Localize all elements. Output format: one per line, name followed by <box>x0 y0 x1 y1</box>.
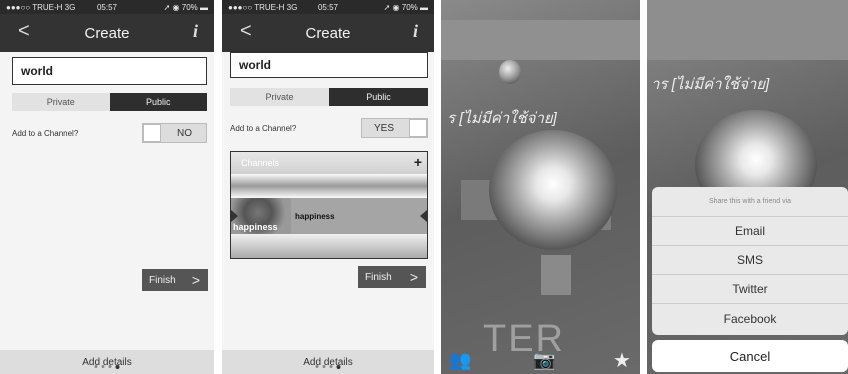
chevron-right-icon: > <box>191 272 200 288</box>
ar-camera-view: ร [ไม่มีค่าใช้จ่าย] TER 👥 📷 ★ <box>441 0 640 374</box>
channel-question-label: Add to a Channel? <box>12 129 79 138</box>
name-input[interactable]: world <box>230 52 428 78</box>
finish-button[interactable]: Finish > <box>142 269 208 291</box>
channel-list-title: Channels <box>241 158 280 168</box>
triangle-right-icon <box>420 210 427 222</box>
back-chevron-icon[interactable]: < <box>240 20 252 43</box>
page-title: Create <box>84 24 130 42</box>
channel-list-header: Channels + <box>231 152 427 174</box>
channel-thumbnail: happiness <box>231 198 291 234</box>
share-screen: าร [ไม่มีค่าใช้จ่าย] Share this with a f… <box>647 0 848 374</box>
share-twitter-button[interactable]: Twitter <box>652 275 848 304</box>
page-indicator <box>94 365 120 369</box>
triangle-left-icon <box>231 210 238 222</box>
page-dot <box>101 365 105 368</box>
channel-list: Channels + happiness happiness <box>230 151 428 259</box>
create-screen-with-channel: ●●●○○ TRUE-H 3G 05:57 ➚ ◉ 70% ▬ < Create… <box>222 0 434 374</box>
finish-label: Finish <box>149 274 176 286</box>
camera-icon[interactable]: 📷 <box>533 350 555 371</box>
create-screen-no-channel: ●●●○○ TRUE-H 3G 05:57 ➚ ◉ 70% ▬ < Create… <box>0 0 214 374</box>
star-icon[interactable]: ★ <box>613 348 631 373</box>
sign-text: าร [ไม่มีค่าใช้จ่าย] <box>651 76 770 93</box>
share-sheet: Share this with a friend via Email SMS T… <box>652 187 848 335</box>
privacy-public-tab[interactable]: Public <box>329 88 428 106</box>
add-channel-icon[interactable]: + <box>414 154 422 170</box>
toggle-knob <box>143 124 161 142</box>
wall-panel <box>441 20 640 60</box>
page-dot-active <box>336 365 341 369</box>
page-title: Create <box>305 24 351 42</box>
chevron-right-icon: > <box>409 269 418 285</box>
share-title: Share this with a friend via <box>652 187 848 217</box>
list-separator <box>231 234 427 258</box>
privacy-segment: Private Public <box>230 88 428 106</box>
info-icon[interactable]: i <box>193 21 198 42</box>
privacy-segment: Private Public <box>12 93 207 111</box>
add-details-bar[interactable]: Add details <box>222 350 434 374</box>
page-dot <box>322 365 326 368</box>
carrier-label: ●●●○○ TRUE-H 3G <box>6 2 76 12</box>
page-indicator <box>315 365 341 369</box>
page-dot-active <box>115 365 120 369</box>
add-details-bar[interactable]: Add details <box>0 350 214 374</box>
page-dot <box>108 365 112 368</box>
channel-toggle[interactable]: NO <box>142 123 207 143</box>
privacy-private-tab[interactable]: Private <box>12 93 110 111</box>
page-dot <box>315 365 319 368</box>
privacy-private-tab[interactable]: Private <box>230 88 329 106</box>
back-chevron-icon[interactable]: < <box>18 20 30 43</box>
share-facebook-button[interactable]: Facebook <box>652 304 848 333</box>
list-separator <box>231 174 427 198</box>
toggle-state-label: NO <box>177 127 192 139</box>
bubble-orb <box>489 130 617 250</box>
nav-bar: < Create i <box>0 14 214 52</box>
channel-toggle[interactable]: YES <box>361 118 428 138</box>
people-icon[interactable]: 👥 <box>449 350 471 371</box>
channel-name: happiness <box>295 211 335 221</box>
toggle-knob <box>409 119 427 137</box>
cancel-button[interactable]: Cancel <box>652 340 848 372</box>
finish-button[interactable]: Finish > <box>358 266 426 288</box>
toggle-state-label: YES <box>374 122 395 134</box>
nav-bar: < Create i <box>222 14 434 52</box>
status-bar: ●●●○○ TRUE-H 3G 05:57 ➚ ◉ 70% ▬ <box>222 0 434 14</box>
battery-label: ➚ ◉ 70% ▬ <box>383 2 428 12</box>
channel-row[interactable]: happiness happiness <box>231 198 427 234</box>
page-dot <box>94 365 98 368</box>
privacy-public-tab[interactable]: Public <box>109 93 207 111</box>
channel-question-label: Add to a Channel? <box>230 124 297 133</box>
finish-label: Finish <box>365 271 392 283</box>
status-bar: ●●●○○ TRUE-H 3G 05:57 ➚ ◉ 70% ▬ <box>0 0 214 14</box>
name-input[interactable]: world <box>12 57 207 85</box>
channel-thumbnail-text: happiness <box>233 222 278 232</box>
page-dot <box>329 365 333 368</box>
name-input-value: world <box>21 64 53 78</box>
clock-label: 05:57 <box>96 2 118 12</box>
wall-panel <box>541 255 571 295</box>
small-orb <box>499 60 521 84</box>
share-sms-button[interactable]: SMS <box>652 246 848 275</box>
carrier-label: ●●●○○ TRUE-H 3G <box>228 2 298 12</box>
battery-label: ➚ ◉ 70% ▬ <box>163 2 208 12</box>
wall-panel <box>647 0 848 60</box>
sign-text: ร [ไม่มีค่าใช้จ่าย] <box>447 110 557 127</box>
clock-label: 05:57 <box>317 2 339 12</box>
share-email-button[interactable]: Email <box>652 217 848 246</box>
info-icon[interactable]: i <box>413 21 418 42</box>
name-input-value: world <box>239 58 271 72</box>
